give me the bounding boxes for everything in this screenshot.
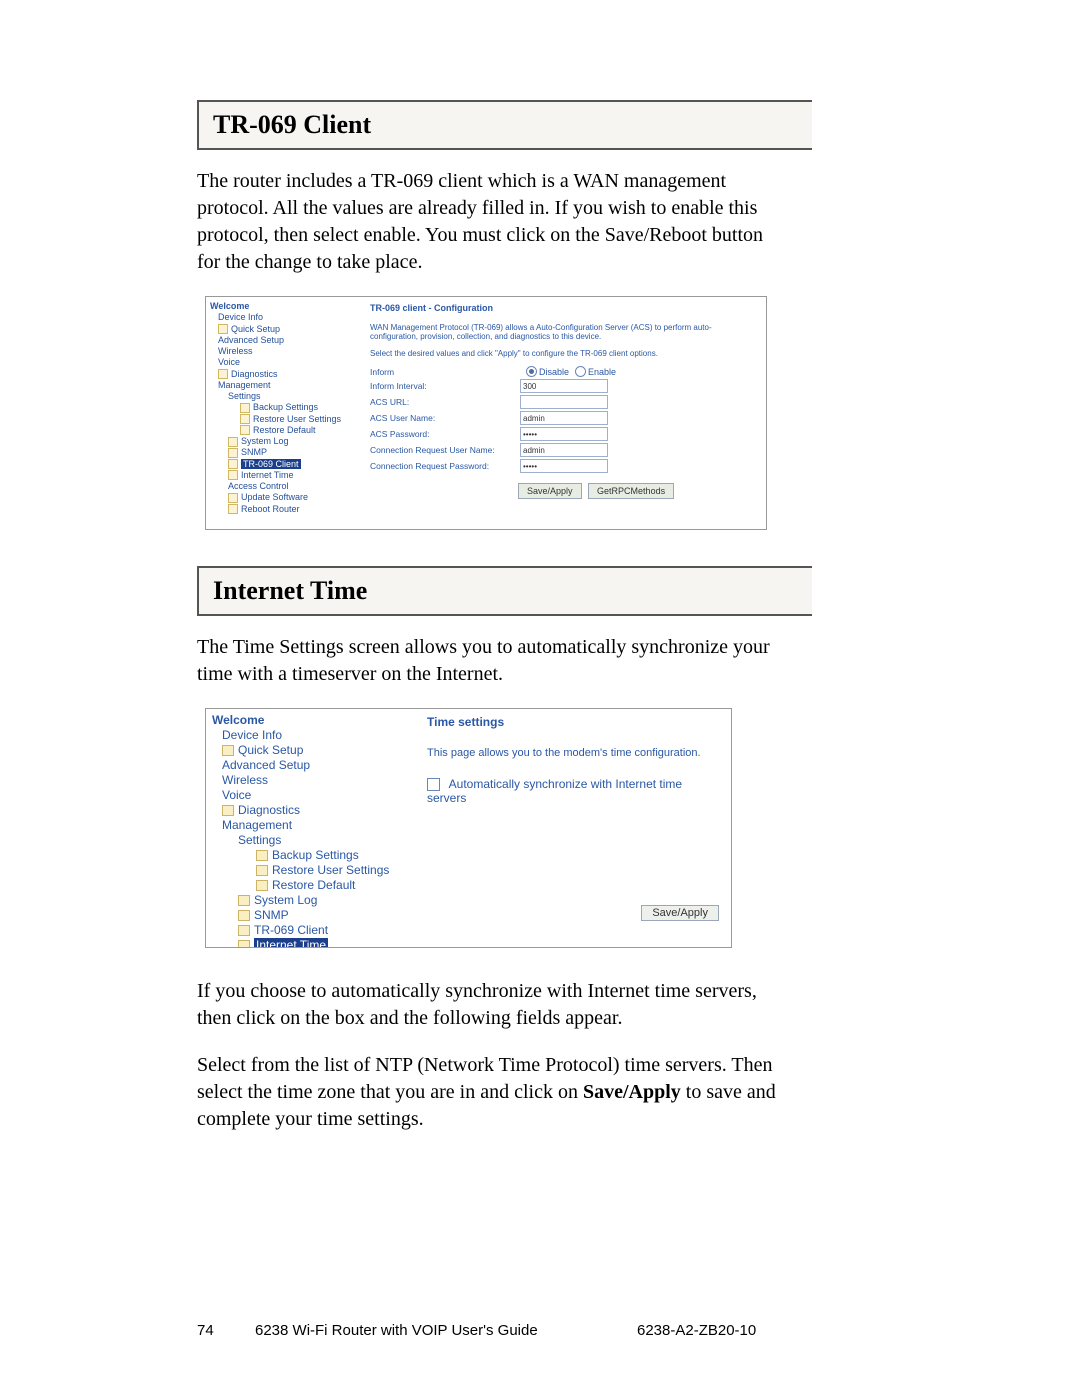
panel-tr069: TR-069 client - Configuration WAN Manage… — [362, 297, 766, 529]
nav-item[interactable]: Restore User Settings — [210, 414, 360, 425]
nav-item[interactable]: Internet Time — [210, 470, 360, 481]
page-footer: 74 6238 Wi-Fi Router with VOIP User's Gu… — [197, 1322, 797, 1339]
field-input[interactable] — [520, 411, 608, 425]
panel-para1: WAN Management Protocol (TR-069) allows … — [370, 323, 758, 341]
radio-enable[interactable] — [575, 366, 586, 377]
nav-item[interactable]: Device Info — [210, 312, 360, 323]
nav-item[interactable]: Advanced Setup — [210, 335, 360, 346]
para-time-2: If you choose to automatically synchroni… — [197, 978, 787, 1032]
nav-item[interactable]: Internet Time — [212, 938, 417, 948]
field-input[interactable] — [520, 427, 608, 441]
nav-item[interactable]: Diagnostics — [212, 803, 417, 818]
nav-item[interactable]: Restore Default — [210, 425, 360, 436]
nav-item[interactable]: Device Info — [212, 728, 417, 743]
nav-item[interactable]: Advanced Setup — [212, 758, 417, 773]
footer-title: 6238 Wi-Fi Router with VOIP User's Guide — [255, 1322, 637, 1339]
footer-code: 6238-A2-ZB20-10 — [637, 1322, 797, 1339]
para-tr069: The router includes a TR-069 client whic… — [197, 168, 787, 276]
radio-disable[interactable] — [526, 366, 537, 377]
field-label: ACS Password: — [370, 429, 520, 439]
para-time-3: Select from the list of NTP (Network Tim… — [197, 1052, 787, 1133]
screenshot-internet-time: Welcome Device InfoQuick SetupAdvanced S… — [205, 708, 732, 948]
nav-tree-2: Welcome Device InfoQuick SetupAdvanced S… — [206, 709, 419, 947]
inform-label: Inform — [370, 367, 520, 377]
nav-item[interactable]: Wireless — [212, 773, 417, 788]
nav-item[interactable]: Backup Settings — [210, 402, 360, 413]
field-input[interactable] — [520, 395, 608, 409]
panel-time: Time settings This page allows you to th… — [419, 709, 731, 947]
auto-sync-checkbox[interactable] — [427, 778, 440, 791]
panel-time-para: This page allows you to the modem's time… — [427, 747, 723, 759]
nav-item[interactable]: Wireless — [210, 346, 360, 357]
para-time-1: The Time Settings screen allows you to a… — [197, 634, 787, 688]
page-number: 74 — [197, 1322, 255, 1339]
field-label: Connection Request Password: — [370, 461, 520, 471]
field-label: ACS User Name: — [370, 413, 520, 423]
radio-enable-label: Enable — [588, 367, 616, 377]
getrpcmethods-button[interactable]: GetRPCMethods — [588, 483, 674, 499]
field-input[interactable] — [520, 379, 608, 393]
nav-item[interactable]: Diagnostics — [210, 369, 360, 380]
nav-item[interactable]: Quick Setup — [210, 324, 360, 335]
field-input[interactable] — [520, 459, 608, 473]
nav-item[interactable]: Access Control — [210, 481, 360, 492]
save-apply-button[interactable]: Save/Apply — [518, 483, 582, 499]
radio-disable-label: Disable — [539, 367, 569, 377]
field-label: ACS URL: — [370, 397, 520, 407]
field-label: Connection Request User Name: — [370, 445, 520, 455]
nav-item[interactable]: Restore User Settings — [212, 863, 417, 878]
nav-item[interactable]: System Log — [210, 436, 360, 447]
nav-item[interactable]: Restore Default — [212, 878, 417, 893]
panel-para2: Select the desired values and click "App… — [370, 349, 758, 358]
panel-time-title: Time settings — [427, 715, 723, 729]
nav-tree-1: Welcome Device InfoQuick SetupAdvanced S… — [206, 297, 362, 529]
nav-item[interactable]: System Log — [212, 893, 417, 908]
nav-welcome-2: Welcome — [212, 713, 417, 728]
save-apply-button-2[interactable]: Save/Apply — [641, 905, 719, 921]
field-input[interactable] — [520, 443, 608, 457]
auto-sync-label: Automatically synchronize with Internet … — [427, 777, 682, 805]
nav-item[interactable]: Backup Settings — [212, 848, 417, 863]
nav-item[interactable]: Settings — [212, 833, 417, 848]
nav-item[interactable]: SNMP — [210, 447, 360, 458]
nav-item[interactable]: Management — [212, 818, 417, 833]
heading-tr069: TR-069 Client — [197, 100, 812, 150]
heading-internet-time: Internet Time — [197, 566, 812, 616]
field-label: Inform Interval: — [370, 381, 520, 391]
nav-item[interactable]: TR-069 Client — [210, 459, 360, 470]
screenshot-tr069: Welcome Device InfoQuick SetupAdvanced S… — [205, 296, 767, 530]
nav-item[interactable]: Management — [210, 380, 360, 391]
nav-item[interactable]: Reboot Router — [210, 504, 360, 515]
nav-item[interactable]: Update Software — [210, 492, 360, 503]
nav-item[interactable]: Voice — [210, 357, 360, 368]
nav-welcome: Welcome — [210, 301, 360, 312]
nav-item[interactable]: TR-069 Client — [212, 923, 417, 938]
nav-item[interactable]: Quick Setup — [212, 743, 417, 758]
nav-item[interactable]: Voice — [212, 788, 417, 803]
nav-item[interactable]: SNMP — [212, 908, 417, 923]
nav-item[interactable]: Settings — [210, 391, 360, 402]
panel-title: TR-069 client - Configuration — [370, 303, 758, 313]
